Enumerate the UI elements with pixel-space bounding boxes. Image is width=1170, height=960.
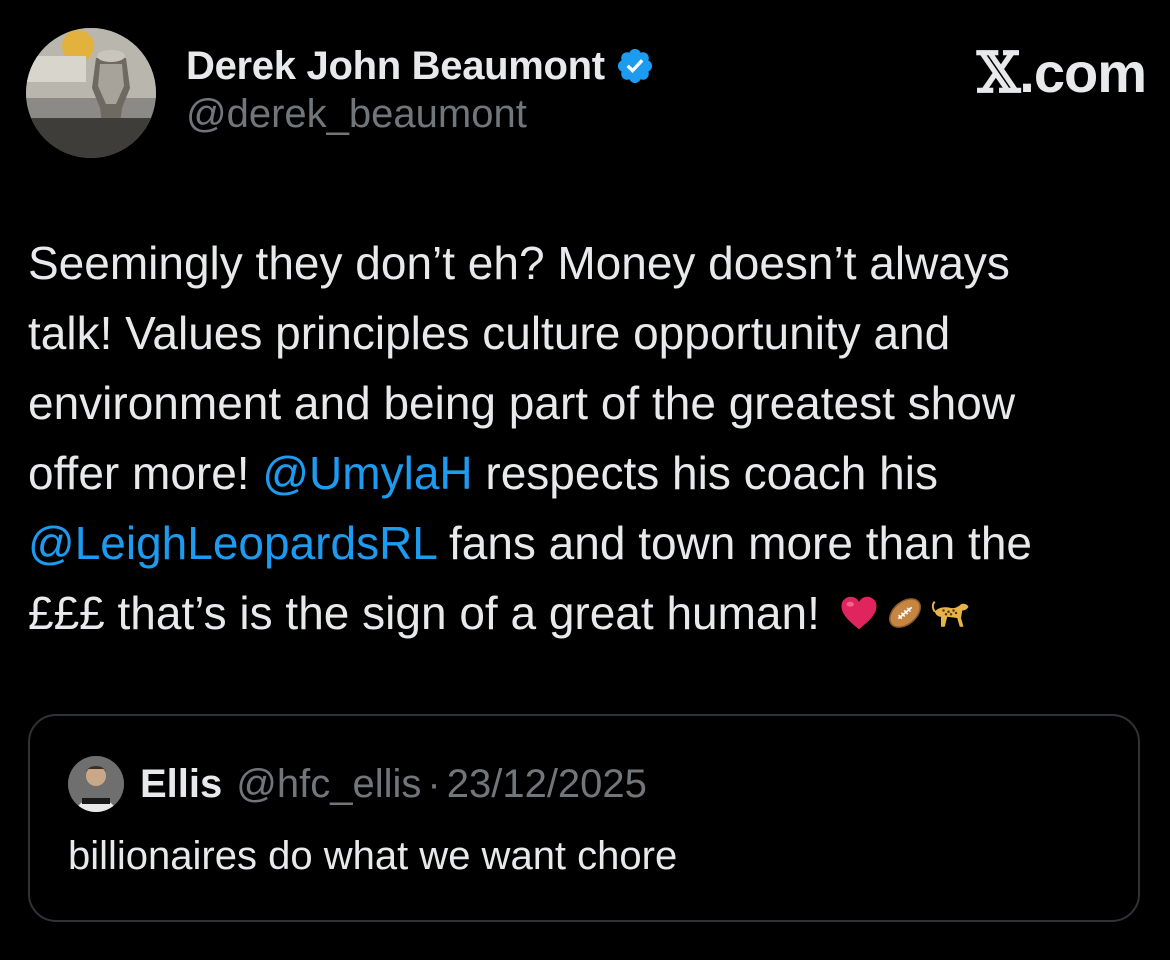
tweet-line: Seemingly they don’t eh? Money doesn’t a… — [28, 228, 1148, 298]
separator-dot: · — [427, 761, 441, 806]
author-display-name[interactable]: Derek John Beaumont — [186, 44, 605, 89]
quoted-tweet-text: billionaires do what we want chore — [68, 834, 678, 878]
author-name-row: Derek John Beaumont — [186, 38, 655, 94]
tweet-text-segment: offer more! — [28, 447, 263, 499]
tweet-text-segment: respects his coach his — [472, 447, 938, 499]
quoted-author-handle[interactable]: @hfc_ellis — [236, 762, 421, 807]
tweet-body: Seemingly they don’t eh? Money doesn’t a… — [28, 228, 1148, 648]
tweet-text-segment: Seemingly they don’t eh? Money doesn’t a… — [28, 237, 1010, 289]
brand-suffix: .com — [1019, 41, 1147, 104]
leopard-icon — [931, 593, 971, 633]
quoted-tweet-date[interactable]: 23/12/2025 — [447, 762, 647, 807]
mention-link-leighleopardsrl[interactable]: @LeighLeopardsRL — [28, 517, 436, 569]
tweet-text-segment: talk! Values principles culture opportun… — [28, 307, 951, 359]
rugby-ball-icon — [885, 593, 925, 633]
avatar-photo-icon — [68, 756, 124, 812]
tweet-line: @LeighLeopardsRL fans and town more than… — [28, 508, 1148, 578]
tweet-line: talk! Values principles culture opportun… — [28, 298, 1148, 368]
quoted-tweet-card[interactable]: Ellis @hfc_ellis · 23/12/2025 billionaires… — [28, 714, 1140, 922]
author-avatar[interactable] — [26, 28, 156, 158]
tweet-text-segment: fans and town more than the — [436, 517, 1032, 569]
quoted-author-avatar[interactable] — [68, 756, 124, 812]
quoted-author-name[interactable]: Ellis — [140, 762, 222, 807]
x-logo-icon: 𝕏 — [976, 40, 1020, 106]
quoted-tweet-header: Ellis @hfc_ellis · 23/12/2025 — [68, 756, 647, 812]
avatar-trophy-photo-icon — [26, 28, 156, 158]
tweet-line: £££ that’s is the sign of a great human! — [28, 578, 1148, 648]
tweet-text-segment: environment and being part of the greate… — [28, 377, 1016, 429]
author-handle[interactable]: @derek_beaumont — [186, 92, 527, 137]
tweet-header: Derek John Beaumont @derek_beaumont 𝕏.co… — [26, 28, 1147, 160]
verified-badge-icon — [615, 46, 655, 86]
heart-icon — [839, 593, 879, 633]
tweet-line: offer more! @UmylaH respects his coach h… — [28, 438, 1148, 508]
tweet-line: environment and being part of the greate… — [28, 368, 1148, 438]
x-com-logo: 𝕏.com — [976, 40, 1147, 106]
tweet-text-segment: £££ that’s is the sign of a great human! — [28, 587, 820, 639]
mention-link-umylah[interactable]: @UmylaH — [262, 447, 472, 499]
